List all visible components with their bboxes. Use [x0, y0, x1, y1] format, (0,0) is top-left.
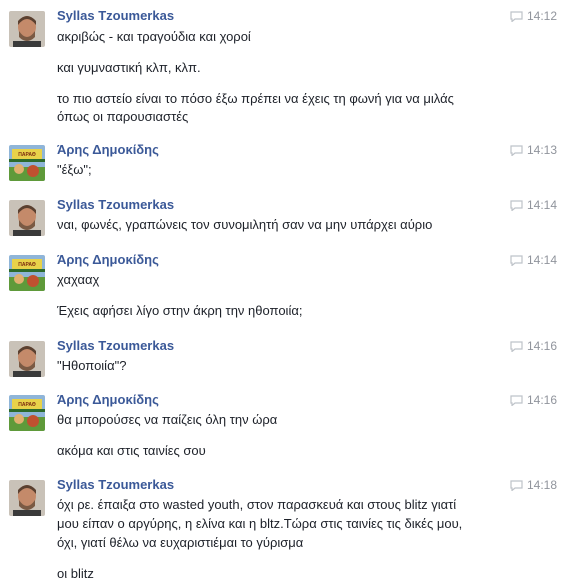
- message-text: χαχααχ: [57, 272, 100, 287]
- sender-name[interactable]: Syllas Tzoumerkas: [57, 197, 174, 212]
- message-text: οι blitz: [57, 566, 94, 581]
- chat-icon: [510, 479, 523, 491]
- time-text: 14:14: [526, 198, 557, 212]
- avatar[interactable]: ΠΑΡΑΘ: [9, 395, 45, 431]
- man-avatar-icon: [9, 480, 45, 516]
- time-text: 14:13: [526, 143, 557, 157]
- sender-name[interactable]: Άρης Δημοκίδης: [57, 142, 159, 157]
- timestamp: 14:16: [510, 393, 557, 407]
- time-text: 14:16: [526, 339, 557, 353]
- avatar[interactable]: [9, 341, 45, 377]
- message-text: και γυμναστική κλπ, κλπ.: [57, 60, 201, 75]
- timestamp: 14:16: [510, 339, 557, 353]
- sender-name[interactable]: Syllas Tzoumerkas: [57, 477, 174, 492]
- man-avatar-icon: [9, 11, 45, 47]
- message-text: ναι, φωνές, γραπώνεις τον συνομιλητή σαν…: [57, 217, 433, 232]
- man-avatar-icon: [9, 341, 45, 377]
- message-text: όχι ρε. έπαιξα στο wasted youth, στον πα…: [57, 497, 457, 512]
- timestamp: 14:13: [510, 143, 557, 157]
- comic-avatar-icon: ΠΑΡΑΘ: [9, 145, 45, 181]
- avatar[interactable]: [9, 480, 45, 516]
- chat-icon: [510, 144, 523, 156]
- message-text: ακριβώς - και τραγούδια και χοροί: [57, 29, 251, 44]
- sender-name[interactable]: Άρης Δημοκίδης: [57, 252, 159, 267]
- chat-icon: [510, 254, 523, 266]
- comic-avatar-icon: ΠΑΡΑΘ: [9, 395, 45, 431]
- message-text: "έξω";: [57, 162, 92, 177]
- message-text: θα μπορούσες να παίζεις όλη την ώρα: [57, 412, 278, 427]
- message-text: το πιο αστείο είναι το πόσο έξω πρέπει ν…: [57, 91, 454, 106]
- sender-name[interactable]: Syllas Tzoumerkas: [57, 338, 174, 353]
- timestamp: 14:14: [510, 253, 557, 267]
- timestamp: 14:14: [510, 198, 557, 212]
- time-text: 14:14: [526, 253, 557, 267]
- svg-text:ΠΑΡΑΘ: ΠΑΡΑΘ: [18, 152, 36, 158]
- chat-icon: [510, 10, 523, 22]
- message-text: όπως οι παρουσιαστές: [57, 109, 189, 124]
- chat-icon: [510, 340, 523, 352]
- sender-name[interactable]: Syllas Tzoumerkas: [57, 8, 174, 23]
- man-avatar-icon: [9, 200, 45, 236]
- message-text: μου είπαν ο αργύρης, η ελίνα και η bltz.…: [57, 516, 463, 531]
- message-text: όχι, γιατί θέλω να ευχαριστιέμαι το γύρι…: [57, 535, 304, 550]
- sender-name[interactable]: Άρης Δημοκίδης: [57, 392, 159, 407]
- timestamp: 14:12: [510, 9, 557, 23]
- avatar[interactable]: ΠΑΡΑΘ: [9, 255, 45, 291]
- time-text: 14:18: [526, 478, 557, 492]
- timestamp: 14:18: [510, 478, 557, 492]
- comic-avatar-icon: ΠΑΡΑΘ: [9, 255, 45, 291]
- chat-icon: [510, 394, 523, 406]
- message-text: ακόμα και στις ταινίες σου: [57, 443, 206, 458]
- avatar[interactable]: [9, 200, 45, 236]
- time-text: 14:12: [526, 9, 557, 23]
- svg-text:ΠΑΡΑΘ: ΠΑΡΑΘ: [18, 262, 36, 268]
- message-text: "Ηθοποιία"?: [57, 358, 127, 373]
- svg-text:ΠΑΡΑΘ: ΠΑΡΑΘ: [18, 402, 36, 408]
- message-text: Έχεις αφήσει λίγο στην άκρη την ηθοποιία…: [57, 303, 303, 318]
- avatar[interactable]: ΠΑΡΑΘ: [9, 145, 45, 181]
- time-text: 14:16: [526, 393, 557, 407]
- chat-icon: [510, 199, 523, 211]
- avatar[interactable]: [9, 11, 45, 47]
